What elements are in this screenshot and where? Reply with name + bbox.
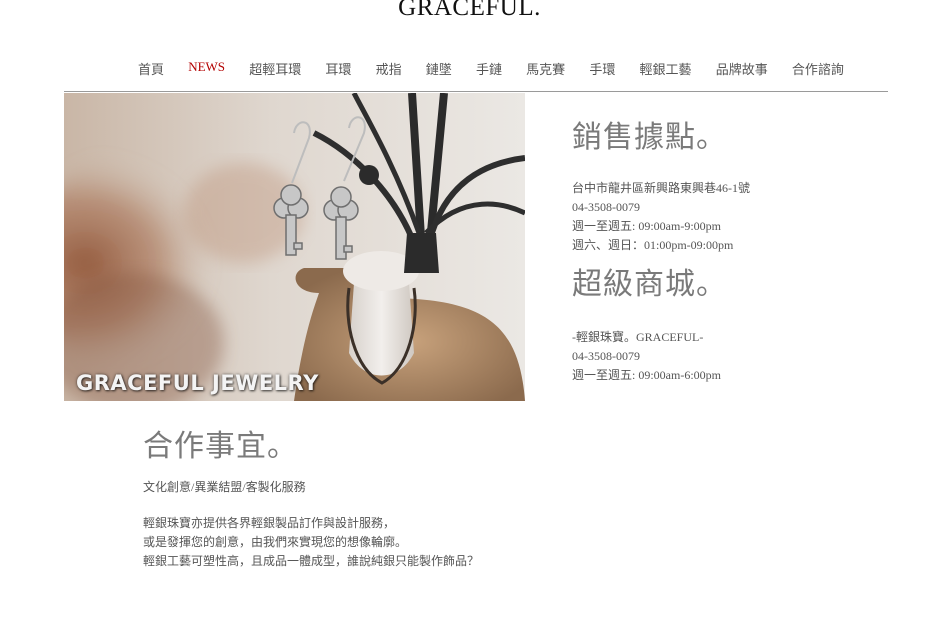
nav-item-bracelets[interactable]: 手鏈: [474, 59, 504, 78]
nav-item-light-earrings[interactable]: 超輕耳環: [247, 59, 303, 78]
nav-item-craft[interactable]: 輕銀工藝: [638, 59, 694, 78]
nav-item-home[interactable]: 首頁: [136, 59, 166, 78]
mall-title: 超級商城。: [572, 267, 727, 302]
nav-item-marcasite[interactable]: 馬克賽: [524, 59, 567, 78]
nav-item-pendants[interactable]: 鏈墜: [424, 59, 454, 78]
nav-item-rings[interactable]: 戒指: [374, 59, 404, 78]
mall-section: 超級商城。 -輕銀珠寶。GRACEFUL- 04-3508-0079 週一至週五…: [572, 268, 727, 385]
nav-item-news[interactable]: NEWS: [186, 59, 227, 78]
site-title[interactable]: GRACEFUL.: [0, 0, 939, 22]
store-hours-weekday: 週一至週五: 09:00am-9:00pm: [572, 219, 721, 233]
cooperation-title: 合作事宜。: [143, 429, 298, 464]
hero-photo: [64, 93, 525, 401]
hero-image: GRACEFUL JEWELRY: [64, 93, 525, 401]
mall-hours: 週一至週五: 09:00am-6:00pm: [572, 368, 721, 382]
hero-caption: GRACEFUL JEWELRY: [76, 371, 319, 395]
nav-divider: [64, 91, 888, 92]
main-nav: 首頁 NEWS 超輕耳環 耳環 戒指 鏈墜 手鏈 馬克賽 手環 輕銀工藝 品牌故…: [136, 59, 846, 78]
nav-item-earrings[interactable]: 耳環: [323, 59, 353, 78]
cooperation-line-1: 輕銀珠寶亦提供各界輕銀製品訂作與設計服務，: [143, 516, 396, 530]
nav-item-brand-story[interactable]: 品牌故事: [714, 59, 770, 78]
store-address: 台中市龍井區新興路東興巷46-1號: [572, 181, 750, 195]
cooperation-line-2: 或是發揮您的創意，由我們來實現您的想像輪廓。: [143, 535, 408, 549]
nav-item-cooperation[interactable]: 合作諮詢: [790, 59, 846, 78]
mall-name: -輕銀珠寶。GRACEFUL-: [572, 330, 704, 344]
cooperation-line-3: 輕銀工藝可塑性高，且成品一體成型，誰說純銀只能製作飾品？: [143, 554, 480, 568]
cooperation-subtitle: 文化創意/異業結盟/客製化服務: [143, 480, 306, 494]
store-section: 銷售據點。 台中市龍井區新興路東興巷46-1號 04-3508-0079 週一至…: [572, 121, 750, 255]
store-phone: 04-3508-0079: [572, 200, 640, 214]
mall-phone: 04-3508-0079: [572, 349, 640, 363]
store-hours-weekend: 週六、週日：01:00pm-09:00pm: [572, 238, 734, 252]
cooperation-section: 合作事宜。 文化創意/異業結盟/客製化服務 輕銀珠寶亦提供各界輕銀製品訂作與設計…: [143, 430, 479, 571]
store-title: 銷售據點。: [572, 120, 727, 155]
nav-item-bangles[interactable]: 手環: [587, 59, 617, 78]
